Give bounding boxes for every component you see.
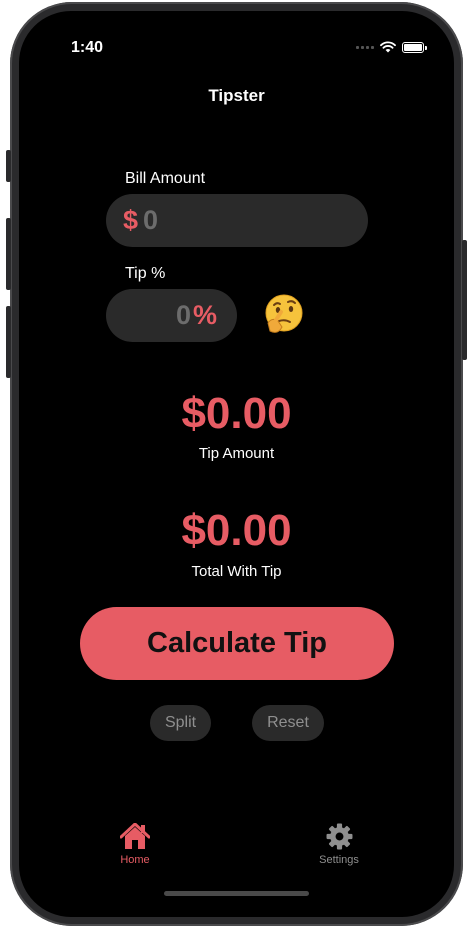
tip-amount-value: $0.00 [181,389,292,438]
bill-amount-input[interactable]: $ 0 [106,194,368,247]
thinking-face-icon [265,294,303,333]
split-button[interactable]: Split [150,705,211,741]
power-button [462,240,467,360]
tab-settings[interactable]: Settings [299,823,379,866]
calculate-tip-button[interactable]: Calculate Tip [80,607,394,680]
status-icons [356,41,427,53]
tab-home[interactable]: Home [95,823,175,866]
wifi-icon [380,41,396,53]
bill-amount-label: Bill Amount [125,170,206,187]
total-amount-value: $0.00 [181,506,292,555]
percent-symbol: % [192,300,217,330]
bill-amount-value: 0 [143,205,159,235]
page-title: Tipster [208,86,265,105]
tip-percent-label: Tip % [125,265,166,282]
home-icon [120,823,150,849]
tip-percent-input[interactable]: 0 % [106,289,237,342]
volume-up-button [6,218,11,290]
volume-down-button [6,306,11,378]
battery-icon [402,41,427,53]
mute-switch [6,150,11,182]
home-indicator[interactable] [164,891,309,896]
tab-home-label: Home [120,854,150,866]
gear-icon [326,823,352,850]
app-screen: 1:40 Tipster Bill Amount $ 0 Tip % 0 % $… [19,11,454,917]
status-time: 1:40 [71,39,104,56]
tip-percent-value: 0 [175,300,191,330]
currency-symbol: $ [123,205,139,235]
tab-settings-label: Settings [319,854,359,866]
total-amount-label: Total With Tip [191,563,282,580]
cellular-signal-icon [356,45,374,49]
tip-amount-label: Tip Amount [198,445,275,462]
reset-button[interactable]: Reset [252,705,324,741]
